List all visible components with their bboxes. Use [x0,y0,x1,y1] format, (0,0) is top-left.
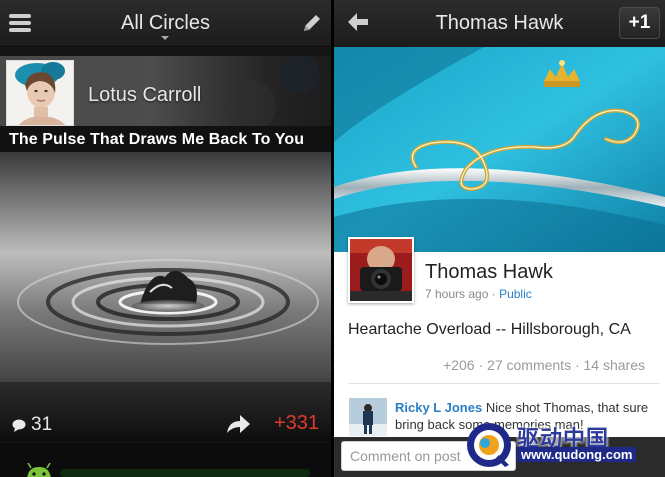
profile-topbar: Thomas Hawk +1 [334,0,665,47]
post-title: The Pulse That Draws Me Back To You [9,131,305,148]
post-author[interactable]: Lotus Carroll [88,84,201,107]
plusone-count[interactable]: +331 [274,412,319,435]
post-visibility[interactable]: Public [499,287,532,301]
post-text: Heartache Overload -- Hillsborough, CA [348,321,631,338]
post-author[interactable]: Thomas Hawk [425,261,553,284]
divider [348,383,660,384]
circles-selector[interactable]: All Circles [0,12,331,35]
post-card[interactable]: Lotus Carroll The Pulse That Draws Me Ba… [0,56,331,442]
qudong-logo [467,423,511,467]
comment-count-value: 31 [31,414,53,435]
post-stats[interactable]: +206 · 27 comments · 14 shares [443,357,645,373]
profile-title: Thomas Hawk [435,12,564,34]
watermark: 驱动中国 www.qudong.com [465,415,665,475]
post-time: 7 hours ago [425,287,489,301]
avatar[interactable] [6,60,74,126]
stream-pane: All Circles Lotus Carroll The Pulse That… [0,0,331,477]
post-card: Thomas Hawk 7 hours ago · Public Heartac… [334,47,665,477]
avatar[interactable] [348,237,414,303]
android-icon [27,463,51,477]
stream-topbar: All Circles [0,0,331,47]
speech-bubble-icon [12,419,26,432]
profile-pane: Thomas Hawk +1 Thomas Hawk 7 hours ago ·… [334,0,665,477]
pencil-icon[interactable] [301,12,323,34]
comment-avatar[interactable] [349,398,387,436]
comment-author[interactable]: Ricky L Jones [395,400,482,415]
share-arrow-icon[interactable] [225,413,251,435]
post-photo[interactable] [0,152,331,442]
post-meta: 7 hours ago · Public [425,287,532,301]
post-photo[interactable] [334,47,665,252]
watermark-url: www.qudong.com [517,447,637,462]
plusone-button[interactable]: +1 [619,7,660,39]
next-post-preview[interactable] [0,443,331,477]
meta-separator: · [491,287,496,301]
comment-count[interactable]: 31 [12,414,52,436]
dropdown-caret-icon[interactable] [161,36,169,40]
